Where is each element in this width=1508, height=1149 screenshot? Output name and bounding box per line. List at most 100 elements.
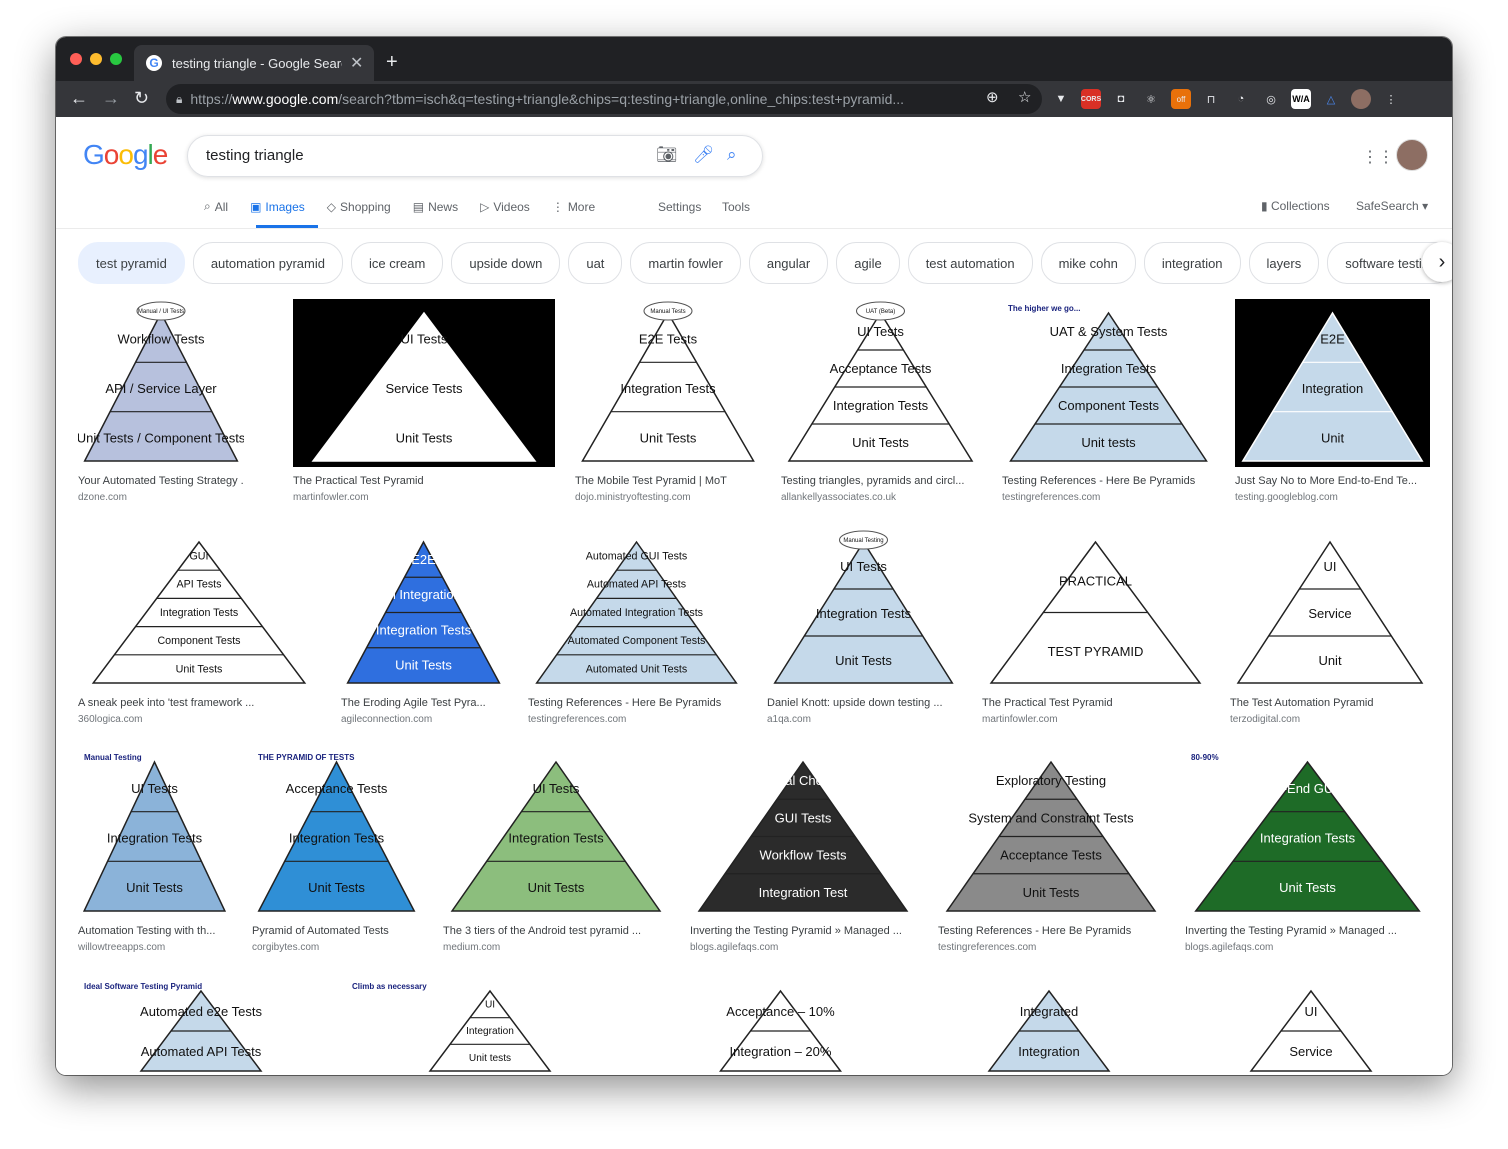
result-title[interactable]: Inverting the Testing Pyramid » Managed … — [1185, 925, 1430, 937]
result-title[interactable]: Automation Testing with th... — [78, 925, 231, 937]
result-title[interactable]: The Eroding Agile Test Pyra... — [341, 697, 506, 709]
image-result[interactable]: E2E Tests Integration Tests Unit Tests Manu… — [575, 299, 761, 503]
image-result[interactable]: UI Service Unit The Test Automation Pyramid… — [1230, 528, 1430, 725]
result-title[interactable]: The Practical Test Pyramid — [293, 475, 555, 487]
image-result[interactable]: Acceptance – 10% Integration – 20% — [655, 977, 906, 1075]
new-tab-button[interactable]: + — [386, 51, 398, 74]
result-thumbnail[interactable]: Automated GUI Tests Automated API Tests Au… — [528, 528, 745, 689]
tab-more[interactable]: ⋮ More — [552, 199, 595, 214]
camera-extension-icon[interactable]: ◘ — [1111, 89, 1131, 109]
image-result[interactable]: UI Tests Integration Tests Unit Tests Manua… — [78, 748, 231, 953]
result-title[interactable]: The Mobile Test Pyramid | MoT — [575, 475, 761, 487]
result-title[interactable]: Testing triangles, pyramids and circl... — [781, 475, 980, 487]
result-title[interactable]: Your Automated Testing Strategy ... — [78, 475, 244, 487]
react-extension-icon[interactable]: ⚛ — [1141, 89, 1161, 109]
maximize-window-button[interactable] — [110, 53, 122, 65]
tab-shopping[interactable]: ◇ Shopping — [327, 199, 391, 214]
image-result[interactable]: UI Tests Service Tests Unit Tests The Pract… — [293, 299, 555, 503]
chip-upside-down[interactable]: upside down — [451, 242, 561, 284]
result-title[interactable]: The Test Automation Pyramid — [1230, 697, 1430, 709]
result-thumbnail[interactable]: Automated e2e Tests Automated API Tests Id… — [78, 977, 324, 1075]
result-thumbnail[interactable]: E2E System Integration Tests Integration T… — [341, 528, 506, 689]
close-tab-icon[interactable]: ✕ — [350, 53, 363, 73]
back-button[interactable]: ← — [70, 88, 88, 109]
reload-button[interactable]: ↻ — [134, 88, 149, 109]
profile-avatar-icon[interactable] — [1351, 89, 1371, 109]
result-title[interactable]: Testing References - Here Be Pyramids — [528, 697, 745, 709]
chip-layers[interactable]: layers — [1248, 242, 1320, 284]
image-result[interactable]: PRACTICAL TEST PYRAMID The Practical Test … — [982, 528, 1209, 725]
result-title[interactable]: Testing References - Here Be Pyramids — [1002, 475, 1215, 487]
image-result[interactable]: UI Integration Unit tests Climb as necessar… — [346, 977, 634, 1075]
settings-link[interactable]: Settings — [658, 200, 701, 214]
image-result[interactable]: UAT & System Tests Integration Tests Compo… — [1002, 299, 1215, 503]
result-thumbnail[interactable]: Integrated Integration — [928, 977, 1170, 1075]
chip-test-pyramid[interactable]: test pyramid — [78, 242, 185, 284]
result-thumbnail[interactable]: UI Tests Integration Tests Unit Tests Manua… — [767, 528, 960, 689]
image-result[interactable]: UI Tests Integration Tests Unit Tests Manua… — [767, 528, 960, 725]
safesearch-dropdown[interactable]: SafeSearch ▾ — [1356, 199, 1428, 213]
cors-extension-icon[interactable]: CORS — [1081, 89, 1101, 109]
tools-link[interactable]: Tools — [722, 200, 750, 214]
account-avatar[interactable] — [1396, 139, 1428, 171]
image-result[interactable]: Automated GUI Tests Automated API Tests Au… — [528, 528, 745, 725]
search-icon[interactable]: ⌕ — [727, 145, 737, 165]
result-thumbnail[interactable]: Acceptance – 10% Integration – 20% — [655, 977, 906, 1075]
result-thumbnail[interactable]: E2E Integration Unit — [1235, 299, 1430, 467]
triangle-extension-icon[interactable]: △ — [1321, 89, 1341, 109]
chip-uat[interactable]: uat — [568, 242, 623, 284]
result-title[interactable]: Testing References - Here Be Pyramids — [938, 925, 1164, 937]
image-result[interactable]: Exploratory Testing System and Constraint… — [938, 748, 1164, 953]
google-logo[interactable]: Google — [83, 139, 168, 171]
result-thumbnail[interactable]: End-to-End GUI Tests Integration Tests Uni… — [1185, 748, 1430, 917]
result-thumbnail[interactable]: UAT & System Tests Integration Tests Compo… — [1002, 299, 1215, 467]
result-thumbnail[interactable]: UI Tests Integration Tests Unit Tests — [443, 748, 669, 917]
result-thumbnail[interactable]: UI Integration Unit tests Climb as necessar… — [346, 977, 634, 1075]
chip-ice-cream[interactable]: ice cream — [350, 242, 444, 284]
result-thumbnail[interactable]: UI Service Unit — [1230, 528, 1430, 689]
result-thumbnail[interactable]: Acceptance Tests Integration Tests Unit Te… — [252, 748, 421, 917]
result-title[interactable]: Just Say No to More End-to-End Te... — [1235, 475, 1430, 487]
collections-link[interactable]: ▮ Collections — [1261, 199, 1330, 213]
result-thumbnail[interactable]: UI Tests Integration Tests Unit Tests Manua… — [78, 748, 231, 917]
result-thumbnail[interactable]: PRACTICAL TEST PYRAMID — [982, 528, 1209, 689]
result-title[interactable]: A sneak peek into 'test framework ... — [78, 697, 320, 709]
result-title[interactable]: Daniel Knott: upside down testing ... — [767, 697, 960, 709]
chip-test-automation[interactable]: test automation — [907, 242, 1033, 284]
off-extension-icon[interactable]: off — [1171, 89, 1191, 109]
voice-search-icon[interactable]: 🎤︎ — [693, 145, 715, 165]
result-title[interactable]: The Practical Test Pyramid — [982, 697, 1209, 709]
image-result[interactable]: UI Tests Integration Tests Unit Tests The 3… — [443, 748, 669, 953]
chip-angular[interactable]: angular — [748, 242, 829, 284]
camera-search-icon[interactable]: 📷︎ — [656, 145, 678, 165]
chip-martin-fowler[interactable]: martin fowler — [630, 242, 741, 284]
chip-agile[interactable]: agile — [836, 242, 900, 284]
result-thumbnail[interactable]: Workflow Tests API / Service Layer Unit Te… — [78, 299, 244, 467]
url-text[interactable]: https://www.google.com/search?tbm=isch&q… — [190, 91, 970, 107]
image-result[interactable]: UI Service — [1192, 977, 1430, 1075]
image-result[interactable]: End-to-End GUI Tests Integration Tests Uni… — [1185, 748, 1430, 953]
chip-mike-cohn[interactable]: mike cohn — [1040, 242, 1136, 284]
image-result[interactable]: Manual Checking GUI Tests Workflow Tests In… — [690, 748, 916, 953]
result-thumbnail[interactable]: Manual Checking GUI Tests Workflow Tests In… — [690, 748, 916, 917]
image-result[interactable]: Acceptance Tests Integration Tests Unit Te… — [252, 748, 421, 953]
image-result[interactable]: E2E System Integration Tests Integration T… — [341, 528, 506, 725]
result-thumbnail[interactable]: GUI API Tests Integration Tests Component T… — [78, 528, 320, 689]
browser-tab[interactable]: G testing triangle - Google Searc ✕ — [134, 45, 374, 81]
result-thumbnail[interactable]: UI Tests Acceptance Tests Integration Test… — [781, 299, 980, 467]
result-title[interactable]: The 3 tiers of the Android test pyramid … — [443, 925, 669, 937]
forward-button[interactable]: → — [102, 88, 120, 109]
target-extension-icon[interactable]: ◎ — [1261, 89, 1281, 109]
wa-extension-icon[interactable]: W/A — [1291, 89, 1311, 109]
tab-news[interactable]: ▤ News — [413, 199, 458, 214]
result-thumbnail[interactable]: Exploratory Testing System and Constraint… — [938, 748, 1164, 917]
result-title[interactable]: Pyramid of Automated Tests — [252, 925, 421, 937]
image-result[interactable]: Integrated Integration — [928, 977, 1170, 1075]
chrome-menu-icon[interactable]: ⋮ — [1381, 89, 1401, 109]
paint-roller-extension-icon[interactable]: ⊓ — [1201, 89, 1221, 109]
bookmark-star-icon[interactable]: ☆ — [1018, 88, 1031, 106]
vue-extension-icon[interactable]: ▼ — [1051, 89, 1071, 109]
address-bar[interactable]: 🔒︎ https://www.google.com/search?tbm=isc… — [166, 84, 1042, 114]
tab-all[interactable]: ⌕ All — [204, 199, 228, 214]
result-thumbnail[interactable]: UI Tests Service Tests Unit Tests — [293, 299, 555, 467]
